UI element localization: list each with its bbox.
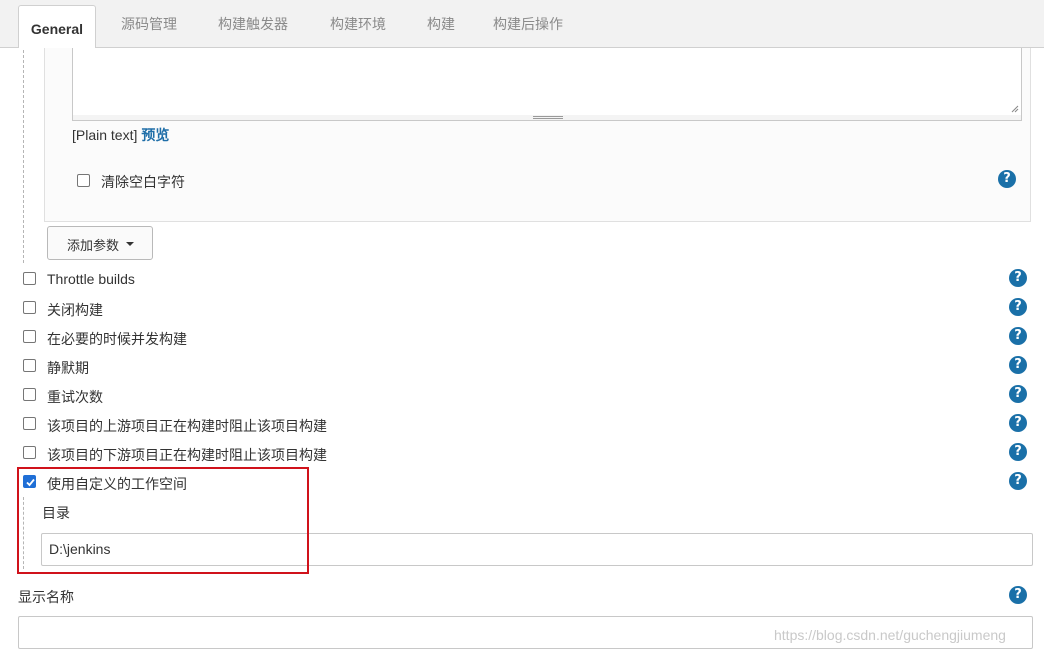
grip-lines-icon	[533, 116, 563, 119]
disable-build-label: 关闭构建	[47, 302, 103, 318]
watermark-text: https://blog.csdn.net/guchengjiumeng	[774, 627, 1006, 643]
add-parameter-label: 添加参数	[67, 238, 120, 253]
tab-general[interactable]: General	[18, 5, 96, 48]
throttle-builds-label: Throttle builds	[47, 271, 135, 287]
help-icon[interactable]: ?	[1009, 327, 1027, 345]
preview-link[interactable]: 预览	[141, 127, 169, 143]
block-downstream-label: 该项目的下游项目正在构建时阻止该项目构建	[47, 447, 327, 463]
help-icon[interactable]: ?	[1009, 269, 1027, 287]
trim-label: 清除空白字符	[101, 174, 185, 190]
concurrent-build-label: 在必要的时候并发构建	[47, 331, 187, 347]
custom-workspace-label: 使用自定义的工作空间	[47, 476, 187, 492]
display-name-label: 显示名称	[18, 589, 74, 605]
resize-handle-icon[interactable]	[1011, 105, 1019, 113]
default-value-textarea[interactable]	[72, 48, 1022, 116]
trim-checkbox[interactable]	[77, 174, 90, 187]
help-icon[interactable]: ?	[998, 170, 1016, 188]
block-upstream-label: 该项目的上游项目正在构建时阻止该项目构建	[47, 418, 327, 434]
custom-workspace-checkbox[interactable]	[23, 475, 36, 488]
concurrent-build-checkbox[interactable]	[23, 330, 36, 343]
tab-build-triggers[interactable]: 构建触发器	[218, 13, 288, 35]
tab-post-build[interactable]: 构建后操作	[493, 13, 563, 35]
directory-label: 目录	[42, 505, 70, 521]
help-icon[interactable]: ?	[1009, 472, 1027, 490]
help-icon[interactable]: ?	[1009, 443, 1027, 461]
section-guide-line	[23, 497, 24, 569]
block-downstream-checkbox[interactable]	[23, 446, 36, 459]
help-icon[interactable]: ?	[1009, 586, 1027, 604]
caret-down-icon	[126, 242, 134, 246]
plain-text-label: [Plain text]	[72, 127, 138, 143]
retry-count-label: 重试次数	[47, 389, 103, 405]
tab-build-environment[interactable]: 构建环境	[330, 13, 386, 35]
help-icon[interactable]: ?	[1009, 356, 1027, 374]
add-parameter-button[interactable]: 添加参数	[47, 226, 153, 260]
quiet-period-checkbox[interactable]	[23, 359, 36, 372]
help-icon[interactable]: ?	[1009, 414, 1027, 432]
disable-build-checkbox[interactable]	[23, 301, 36, 314]
help-icon[interactable]: ?	[1009, 298, 1027, 316]
textarea-grip[interactable]	[72, 115, 1022, 121]
help-icon[interactable]: ?	[1009, 385, 1027, 403]
directory-input[interactable]: D:\jenkins	[41, 533, 1033, 566]
plain-text-line: [Plain text] 预览	[72, 125, 169, 145]
quiet-period-label: 静默期	[47, 360, 89, 376]
tab-build[interactable]: 构建	[427, 13, 455, 35]
checkmark-icon	[26, 478, 35, 487]
retry-count-checkbox[interactable]	[23, 388, 36, 401]
section-guide-line	[23, 50, 24, 263]
throttle-builds-checkbox[interactable]	[23, 272, 36, 285]
block-upstream-checkbox[interactable]	[23, 417, 36, 430]
tab-bar: General 源码管理 构建触发器 构建环境 构建 构建后操作	[0, 0, 1044, 48]
tab-source-control[interactable]: 源码管理	[121, 13, 177, 35]
